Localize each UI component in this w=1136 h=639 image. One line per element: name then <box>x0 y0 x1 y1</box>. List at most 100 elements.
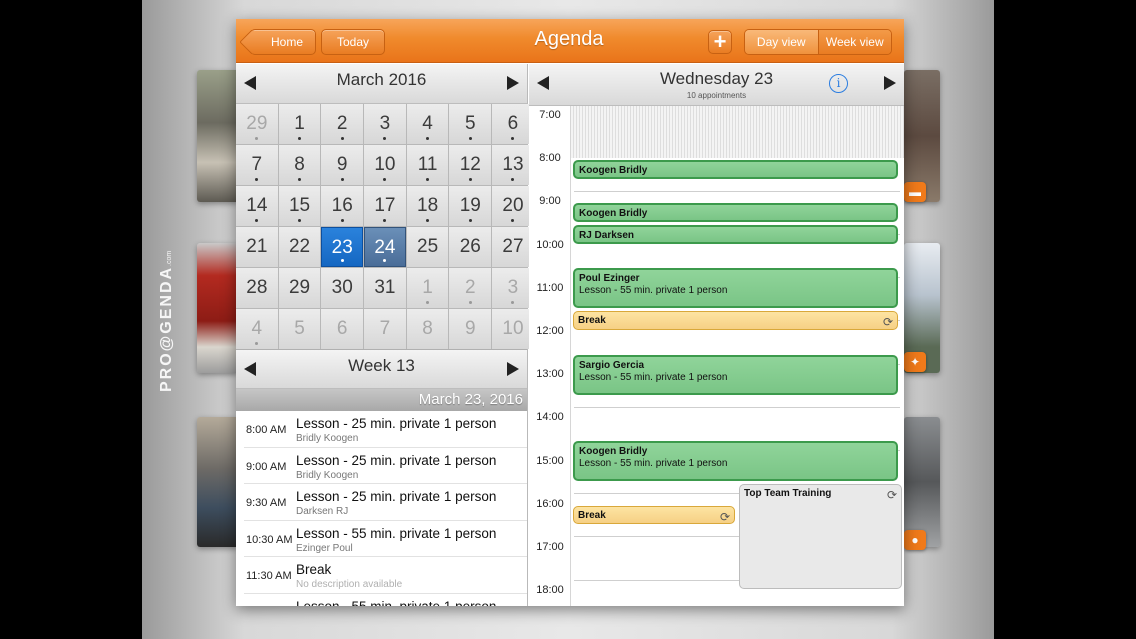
calendar-day[interactable]: 29 <box>236 104 278 144</box>
calendar-day[interactable]: 7 <box>364 309 406 349</box>
day-panel: Wednesday 23 10 appointments i 7:00 8:00 9… <box>529 64 904 606</box>
day-view-tab[interactable]: Day view <box>745 30 819 54</box>
appointment-name: Koogen Bridly <box>579 446 648 457</box>
calendar-day[interactable]: 8 <box>406 309 449 349</box>
calendar-day[interactable]: 2 <box>449 268 492 308</box>
calendar-day[interactable]: 30 <box>321 268 364 308</box>
add-appointment-button[interactable]: + <box>708 30 732 54</box>
appointment-block[interactable]: Break ⟳ <box>573 311 898 330</box>
calendar-day[interactable]: 31 <box>364 268 406 308</box>
appointment-block[interactable]: Break ⟳ <box>573 505 735 525</box>
home-button[interactable]: Home <box>250 29 316 55</box>
hour-label: 14:00 <box>536 411 564 424</box>
calendar-day[interactable]: 27 <box>492 227 534 267</box>
hour-gridline <box>574 406 900 408</box>
calendar-icon: ▬ <box>904 182 926 202</box>
calendar-day[interactable]: 4 <box>406 104 449 144</box>
list-item[interactable]: 8:00 AM Lesson - 25 min. private 1 person… <box>244 411 527 448</box>
calendar-day[interactable]: 11 <box>406 145 449 185</box>
list-item-subtitle: Bridly Koogen <box>296 433 359 444</box>
list-item-subtitle: No description available <box>296 579 403 590</box>
view-switcher: Day view Week view <box>744 29 892 55</box>
calendar-day[interactable]: 28 <box>236 268 278 308</box>
calendar-day[interactable]: 16 <box>321 186 364 226</box>
calendar-day[interactable]: 25 <box>406 227 449 267</box>
today-button[interactable]: Today <box>321 29 385 55</box>
appointment-name: Break <box>578 509 606 521</box>
hour-label: 13:00 <box>536 368 564 381</box>
calendar-day[interactable]: 3 <box>492 268 534 308</box>
list-item-title: Break <box>296 562 332 577</box>
next-day-arrow-icon[interactable] <box>884 76 896 90</box>
hour-label: 10:00 <box>536 238 564 251</box>
list-item[interactable]: 9:30 AM Lesson - 25 min. private 1 person… <box>244 484 527 521</box>
appointment-name: Sargio Gercia <box>579 359 645 371</box>
calendar-day[interactable]: 21 <box>236 227 278 267</box>
calendar-day[interactable]: 9 <box>449 309 492 349</box>
appointment-description: Lesson - 55 min. private 1 person <box>579 285 728 297</box>
day-label: Wednesday 23 <box>659 69 774 88</box>
list-item-title: Lesson - 55 min. private 1 person <box>296 598 497 607</box>
calendar-day[interactable]: 4 <box>236 309 278 349</box>
calendar-day[interactable]: 1 <box>406 268 449 308</box>
appointment-block[interactable]: RJ Darksen <box>573 225 898 244</box>
recurring-icon: ⟳ <box>719 509 730 524</box>
agenda-app: Home Today Agenda + Day view Week view M… <box>236 19 904 606</box>
calendar-day[interactable]: 3 <box>364 104 406 144</box>
calendar-day[interactable]: 1 <box>278 104 321 144</box>
calendar-day[interactable]: 17 <box>364 186 406 226</box>
appointment-name: Top Team Training <box>744 488 832 500</box>
calendar-day[interactable]: 22 <box>278 227 321 267</box>
appointment-block[interactable]: Sargio Gercia Lesson - 55 min. private 1 … <box>573 354 898 395</box>
calendar-day[interactable]: 20 <box>492 186 534 226</box>
calendar-day[interactable]: 26 <box>449 227 492 267</box>
unavailable-hatch <box>571 106 904 158</box>
calendar-day[interactable]: 6 <box>492 104 534 144</box>
list-item[interactable]: 11:30 AM Break No description available <box>244 557 527 594</box>
calendar-day[interactable]: 18 <box>406 186 449 226</box>
calendar-day[interactable]: 23 <box>321 227 364 267</box>
calendar-day[interactable]: 13 <box>492 145 534 185</box>
calendar-day[interactable]: 12 <box>449 145 492 185</box>
list-item-time: 10:30 AM <box>246 533 293 546</box>
calendar-day[interactable]: 5 <box>449 104 492 144</box>
recurring-icon: ⟳ <box>882 315 893 330</box>
appointment-block[interactable]: Top Team Training ⟳ <box>739 484 902 590</box>
calendar-day[interactable]: 14 <box>236 186 278 226</box>
calendar-day[interactable]: 24 <box>364 227 406 267</box>
thumbnail-photo <box>197 243 239 373</box>
calendar-day[interactable]: 5 <box>278 309 321 349</box>
list-item[interactable]: 10:30 AM Lesson - 55 min. private 1 perso… <box>244 521 527 557</box>
hour-label: 18:00 <box>536 584 564 597</box>
brand-logo: PRO@GENDA.com <box>158 250 175 392</box>
week-view-tab[interactable]: Week view <box>818 30 891 54</box>
calendar-day[interactable]: 6 <box>321 309 364 349</box>
calendar-day[interactable]: 8 <box>278 145 321 185</box>
appointment-block[interactable]: Koogen Bridly Lesson - 55 min. private 1 … <box>573 441 898 482</box>
list-item[interactable]: Lesson - 55 min. private 1 person <box>244 594 527 607</box>
info-icon[interactable]: i <box>829 74 848 93</box>
list-item[interactable]: 9:00 AM Lesson - 25 min. private 1 person… <box>244 448 527 484</box>
appointment-list: 8:00 AM Lesson - 25 min. private 1 person… <box>236 411 527 606</box>
calendar-day[interactable]: 10 <box>492 309 534 349</box>
calendar-day[interactable]: 7 <box>236 145 278 185</box>
calendar-day[interactable]: 19 <box>449 186 492 226</box>
appointment-description: Lesson - 55 min. private 1 person <box>579 371 728 383</box>
appointment-block[interactable]: Koogen Bridly <box>573 160 898 179</box>
hour-label: 12:00 <box>536 325 564 337</box>
list-item-title: Lesson - 25 min. private 1 person <box>296 489 497 504</box>
month-navigator: March 2016 <box>236 64 527 104</box>
calendar-day[interactable]: 9 <box>321 145 364 185</box>
hour-label: 9:00 <box>539 195 561 208</box>
calendar-day[interactable]: 15 <box>278 186 321 226</box>
month-label: March 2016 <box>336 70 427 89</box>
next-month-arrow-icon[interactable] <box>507 76 519 90</box>
list-item-subtitle: Ezinger Poul <box>296 542 353 554</box>
appointment-block[interactable]: Koogen Bridly <box>573 203 898 222</box>
calendar-day[interactable]: 10 <box>364 145 406 185</box>
list-date-header: March 23, 2016 <box>236 389 527 411</box>
calendar-day[interactable]: 29 <box>278 268 321 308</box>
next-week-arrow-icon[interactable] <box>507 362 519 376</box>
appointment-block[interactable]: Poul Ezinger Lesson - 55 min. private 1 p… <box>573 268 898 309</box>
calendar-day[interactable]: 2 <box>321 104 364 144</box>
